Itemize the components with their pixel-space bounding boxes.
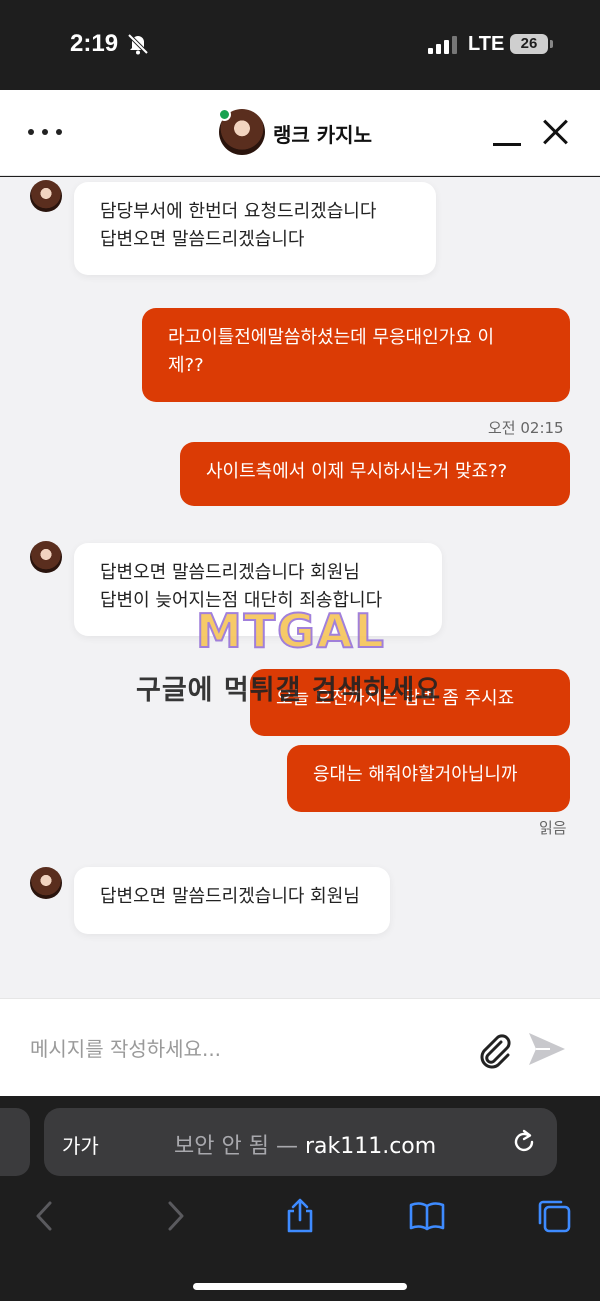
address-bar[interactable]: 가가 보안 안 됨 — rak111.com <box>44 1108 557 1176</box>
browser-bar: 가가 보안 안 됨 — rak111.com <box>0 1096 600 1301</box>
message-bubble: 응대는 해줘야할거아닙니까 <box>287 745 570 812</box>
message-input[interactable]: 메시지를 작성하세요... <box>30 1033 221 1062</box>
minimize-icon[interactable] <box>493 126 523 146</box>
send-icon[interactable] <box>526 1029 568 1069</box>
back-icon[interactable] <box>27 1198 63 1234</box>
agent-avatar <box>30 180 62 212</box>
watermark-text: 구글에 먹튀갤 검색하세요 <box>136 675 442 706</box>
paperclip-icon[interactable] <box>474 1029 514 1069</box>
battery-tip <box>550 40 553 48</box>
url-separator: — <box>275 1134 298 1159</box>
url-display[interactable]: 보안 안 됨 — rak111.com <box>174 1128 436 1160</box>
close-icon[interactable] <box>542 118 570 146</box>
message-bubble: 사이트측에서 이제 무시하시는거 맞죠?? <box>180 442 570 506</box>
read-receipt: 읽음 <box>539 819 567 837</box>
bell-slash-icon <box>127 33 149 55</box>
share-icon[interactable] <box>282 1198 318 1234</box>
home-indicator[interactable] <box>193 1283 407 1290</box>
message-bubble: 라고이틀전에말씀하셨는데 무응대인가요 이 제?? <box>142 308 570 402</box>
message-time: 오전 02:15 <box>488 419 564 437</box>
menu-dots-icon[interactable] <box>28 124 62 140</box>
chat-header: 랭크 카지노 <box>0 90 600 176</box>
online-status-dot <box>218 108 231 121</box>
battery-icon: 26 <box>510 34 548 54</box>
status-bar: 2:19 LTE 26 <box>0 0 600 90</box>
status-time: 2:19 <box>70 30 119 57</box>
security-label: 보안 안 됨 <box>174 1134 269 1159</box>
bookmarks-icon[interactable] <box>409 1198 445 1234</box>
chat-title: 랭크 카지노 <box>273 123 372 147</box>
tabs-icon[interactable] <box>536 1198 572 1234</box>
signal-icon <box>428 36 458 54</box>
reader-settings-button[interactable]: 가가 <box>62 1130 99 1159</box>
watermark-logo: MTGAL <box>195 603 386 659</box>
message-bubble: 담당부서에 한번더 요청드리겠습니다 답변오면 말씀드리겠습니다 <box>74 182 436 275</box>
compose-bar: 메시지를 작성하세요... <box>0 998 600 1096</box>
forward-icon[interactable] <box>157 1198 193 1234</box>
url-domain: rak111.com <box>304 1134 437 1159</box>
message-list[interactable]: 담당부서에 한번더 요청드리겠습니다 답변오면 말씀드리겠습니다 라고이틀전에말… <box>0 177 600 998</box>
agent-avatar <box>30 541 62 573</box>
message-bubble: 답변오면 말씀드리겠습니다 회원님 <box>74 867 390 934</box>
reload-icon[interactable] <box>510 1128 538 1156</box>
network-type: LTE <box>468 33 505 55</box>
previous-tab[interactable] <box>0 1108 30 1176</box>
agent-avatar <box>30 867 62 899</box>
